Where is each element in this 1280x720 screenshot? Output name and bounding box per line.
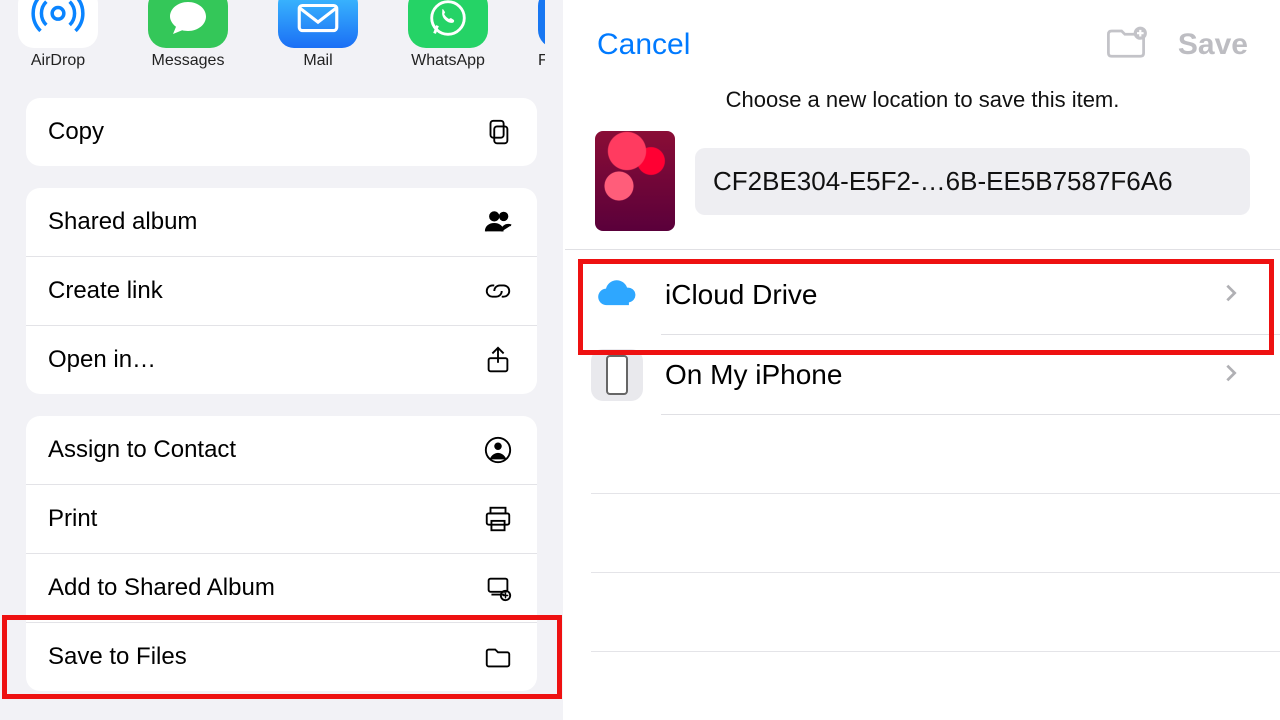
link-icon [481, 274, 515, 308]
copy-row[interactable]: Copy [26, 98, 537, 166]
app-whatsapp-label: WhatsApp [408, 52, 488, 70]
print-label: Print [48, 505, 97, 533]
app-facebook[interactable]: Fa [538, 0, 545, 70]
add-shared-album-label: Add to Shared Album [48, 574, 275, 602]
filename-field[interactable]: CF2BE304-E5F2-…6B-EE5B7587F6A6 [695, 148, 1250, 215]
open-in-row[interactable]: Open in… [26, 325, 537, 394]
icloud-icon [591, 269, 643, 321]
create-link-label: Create link [48, 277, 163, 305]
copy-label: Copy [48, 118, 104, 146]
copy-icon [481, 115, 515, 149]
action-group-share: Shared album Create link Open in… [26, 188, 537, 394]
chevron-right-icon [1220, 282, 1242, 309]
location-iphone-label: On My iPhone [665, 359, 1198, 391]
action-group-copy: Copy [26, 98, 537, 166]
app-messages-label: Messages [148, 52, 228, 70]
save-to-files-label: Save to Files [48, 643, 187, 671]
add-shared-album-row[interactable]: Add to Shared Album [26, 553, 537, 622]
share-sheet: AirDrop Messages Mail WhatsApp Fa Cop [0, 0, 565, 720]
shared-album-row[interactable]: Shared album [26, 188, 537, 256]
create-link-row[interactable]: Create link [26, 256, 537, 325]
airdrop-icon [18, 0, 98, 48]
empty-rows [565, 493, 1280, 652]
file-thumbnail [595, 131, 675, 231]
messages-icon [148, 0, 228, 48]
app-airdrop[interactable]: AirDrop [18, 0, 98, 70]
app-facebook-label: Fa [538, 52, 545, 70]
app-mail-label: Mail [278, 52, 358, 70]
save-to-files-row[interactable]: Save to Files [26, 622, 537, 691]
files-topbar: Cancel Save [565, 0, 1280, 77]
locations-list: iCloud Drive On My iPhone [565, 255, 1280, 415]
folder-icon [481, 640, 515, 674]
file-preview-row: CF2BE304-E5F2-…6B-EE5B7587F6A6 [565, 113, 1280, 249]
location-icloud-label: iCloud Drive [665, 279, 1198, 311]
location-iphone-row[interactable]: On My iPhone [565, 335, 1280, 415]
shared-album-label: Shared album [48, 208, 197, 236]
share-up-icon [481, 343, 515, 377]
assign-contact-row[interactable]: Assign to Contact [26, 416, 537, 484]
shared-album-add-icon [481, 571, 515, 605]
mail-icon [278, 0, 358, 48]
iphone-icon [591, 349, 643, 401]
open-in-label: Open in… [48, 346, 156, 374]
chevron-right-icon [1220, 362, 1242, 389]
save-button[interactable]: Save [1178, 28, 1248, 62]
facebook-icon [538, 0, 545, 48]
share-apps-row: AirDrop Messages Mail WhatsApp Fa [0, 0, 563, 70]
location-icloud-row[interactable]: iCloud Drive [565, 255, 1280, 335]
choose-location-text: Choose a new location to save this item. [565, 87, 1280, 113]
print-row[interactable]: Print [26, 484, 537, 553]
contact-icon [481, 433, 515, 467]
app-airdrop-label: AirDrop [18, 52, 98, 70]
action-group-misc: Assign to Contact Print Add to Shared Al… [26, 416, 537, 691]
app-mail[interactable]: Mail [278, 0, 358, 70]
files-save-panel: Cancel Save Choose a new location to sav… [565, 0, 1280, 720]
app-whatsapp[interactable]: WhatsApp [408, 0, 488, 70]
cancel-button[interactable]: Cancel [597, 28, 690, 62]
new-folder-icon[interactable] [1104, 22, 1148, 67]
app-messages[interactable]: Messages [148, 0, 228, 70]
printer-icon [481, 502, 515, 536]
whatsapp-icon [408, 0, 488, 48]
assign-contact-label: Assign to Contact [48, 436, 236, 464]
people-icon [481, 205, 515, 239]
